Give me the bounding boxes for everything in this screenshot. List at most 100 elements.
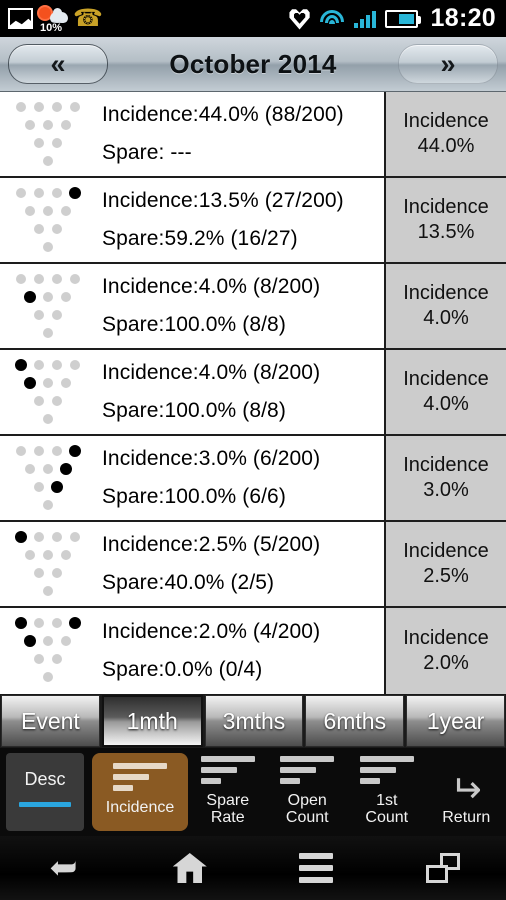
row-value-label: Incidence: [403, 454, 489, 476]
dot-active: [51, 481, 63, 493]
dot-inactive: [70, 102, 80, 112]
tab-event[interactable]: Event: [1, 695, 100, 747]
spare-line: Spare:100.0% (8/8): [102, 313, 286, 336]
row-text-block: Incidence:2.0% (4/200) Spare:0.0% (0/4): [96, 608, 384, 694]
table-row[interactable]: Incidence:4.0% (8/200) Spare:100.0% (8/8)…: [0, 264, 506, 350]
dot-inactive: [34, 446, 44, 456]
sort-by-spare-rate-button[interactable]: Spare Rate: [188, 752, 268, 832]
dot-inactive: [34, 102, 44, 112]
first-count-line1: 1st: [376, 792, 398, 809]
incidence-line: Incidence:13.5% (27/200): [102, 189, 344, 212]
row-text-block: Incidence:44.0% (88/200) Spare: ---: [96, 92, 384, 176]
dot-inactive: [52, 396, 62, 406]
dot-inactive: [52, 102, 62, 112]
row-value-number: 2.5%: [423, 565, 469, 587]
tab-1year[interactable]: 1year: [406, 695, 505, 747]
dot-grid: [14, 616, 90, 686]
open-count-line1: Open: [287, 792, 327, 809]
nav-home-button[interactable]: [127, 836, 254, 900]
dot-inactive: [34, 396, 44, 406]
dot-active: [15, 359, 27, 371]
period-tab-bar[interactable]: Event 1mth 3mths 6mths 1year: [0, 694, 506, 748]
row-value-cell: Incidence 44.0%: [384, 92, 506, 176]
return-arrow-icon: ↵: [450, 769, 483, 811]
dot-inactive: [43, 328, 53, 338]
row-value-cell: Incidence 2.5%: [384, 522, 506, 606]
nav-menu-button[interactable]: [253, 836, 380, 900]
dot-inactive: [16, 446, 26, 456]
dot-inactive: [34, 310, 44, 320]
table-row[interactable]: Incidence:4.0% (8/200) Spare:100.0% (8/8)…: [0, 350, 506, 436]
dot-inactive: [34, 568, 44, 578]
sort-by-open-count-button[interactable]: Open Count: [268, 752, 348, 832]
table-row[interactable]: Incidence:13.5% (27/200) Spare:59.2% (16/…: [0, 178, 506, 264]
spare-line: Spare: ---: [102, 141, 192, 164]
table-row[interactable]: Incidence:3.0% (6/200) Spare:100.0% (6/6)…: [0, 436, 506, 522]
sort-by-first-count-button[interactable]: 1st Count: [347, 752, 427, 832]
row-value-cell: Incidence 3.0%: [384, 436, 506, 520]
sort-action-bar[interactable]: Desc Incidence Spare Rate Open Count 1st: [0, 748, 506, 836]
tab-6mths[interactable]: 6mths: [305, 695, 405, 747]
dot-inactive: [43, 206, 53, 216]
dot-active: [69, 445, 81, 457]
sort-direction-button[interactable]: Desc: [6, 753, 84, 831]
position-pattern-chart: [0, 350, 96, 434]
dot-inactive: [52, 654, 62, 664]
tab-3mths[interactable]: 3mths: [204, 695, 304, 747]
row-value-label: Incidence: [403, 540, 489, 562]
first-count-line2: Count: [365, 809, 409, 826]
dot-active: [24, 291, 36, 303]
spare-line: Spare:0.0% (0/4): [102, 658, 263, 681]
statistics-list[interactable]: Incidence:44.0% (88/200) Spare: --- Incide…: [0, 92, 506, 694]
spare-line: Spare:40.0% (2/5): [102, 571, 275, 594]
table-row[interactable]: Incidence:44.0% (88/200) Spare: --- Incide…: [0, 92, 506, 178]
row-value-cell: Incidence 13.5%: [384, 178, 506, 262]
position-pattern-chart: [0, 522, 96, 606]
position-pattern-chart: [0, 264, 96, 348]
dot-grid: [14, 444, 90, 514]
dot-inactive: [52, 274, 62, 284]
recent-apps-icon: [425, 853, 460, 883]
header-bar: « October 2014 »: [0, 37, 506, 92]
row-value-number: 2.0%: [423, 652, 469, 674]
system-navigation-bar[interactable]: ➥: [0, 836, 506, 900]
tab-1mth[interactable]: 1mth: [101, 695, 203, 747]
row-value-number: 4.0%: [423, 393, 469, 415]
wifi-icon: [320, 9, 345, 28]
dot-inactive: [43, 120, 53, 130]
sort-by-incidence-label: Incidence: [105, 798, 175, 816]
spare-line: Spare:59.2% (16/27): [102, 227, 298, 250]
dot-inactive: [70, 532, 80, 542]
dot-inactive: [52, 138, 62, 148]
dot-grid: [14, 186, 90, 256]
previous-month-button[interactable]: «: [8, 44, 108, 84]
incidence-line: Incidence:2.0% (4/200): [102, 620, 321, 643]
return-button[interactable]: ↵ Return: [427, 752, 506, 832]
sort-bars-icon: [280, 756, 335, 784]
dot-grid: [14, 100, 90, 170]
table-row[interactable]: Incidence:2.0% (4/200) Spare:0.0% (0/4) In…: [0, 608, 506, 694]
dot-inactive: [52, 618, 62, 628]
dot-inactive: [43, 414, 53, 424]
dot-inactive: [61, 378, 71, 388]
dot-inactive: [34, 532, 44, 542]
incidence-line: Incidence:3.0% (6/200): [102, 447, 321, 470]
row-value-number: 3.0%: [423, 479, 469, 501]
dot-inactive: [25, 120, 35, 130]
dot-active: [69, 187, 81, 199]
dot-inactive: [61, 292, 71, 302]
sort-by-first-count-label: 1st Count: [365, 792, 408, 826]
row-text-block: Incidence:13.5% (27/200) Spare:59.2% (16/…: [96, 178, 384, 262]
dot-inactive: [43, 500, 53, 510]
dot-inactive: [43, 550, 53, 560]
weather-percent: 10%: [40, 21, 63, 34]
nav-back-button[interactable]: ➥: [0, 836, 127, 900]
dot-active: [60, 463, 72, 475]
sort-by-incidence-button[interactable]: Incidence: [92, 753, 188, 831]
table-row[interactable]: Incidence:2.5% (5/200) Spare:40.0% (2/5) I…: [0, 522, 506, 608]
row-text-block: Incidence:3.0% (6/200) Spare:100.0% (6/6): [96, 436, 384, 520]
row-text-block: Incidence:4.0% (8/200) Spare:100.0% (8/8): [96, 350, 384, 434]
nav-recent-apps-button[interactable]: [380, 836, 506, 900]
next-month-button[interactable]: »: [398, 44, 498, 84]
dot-inactive: [61, 636, 71, 646]
